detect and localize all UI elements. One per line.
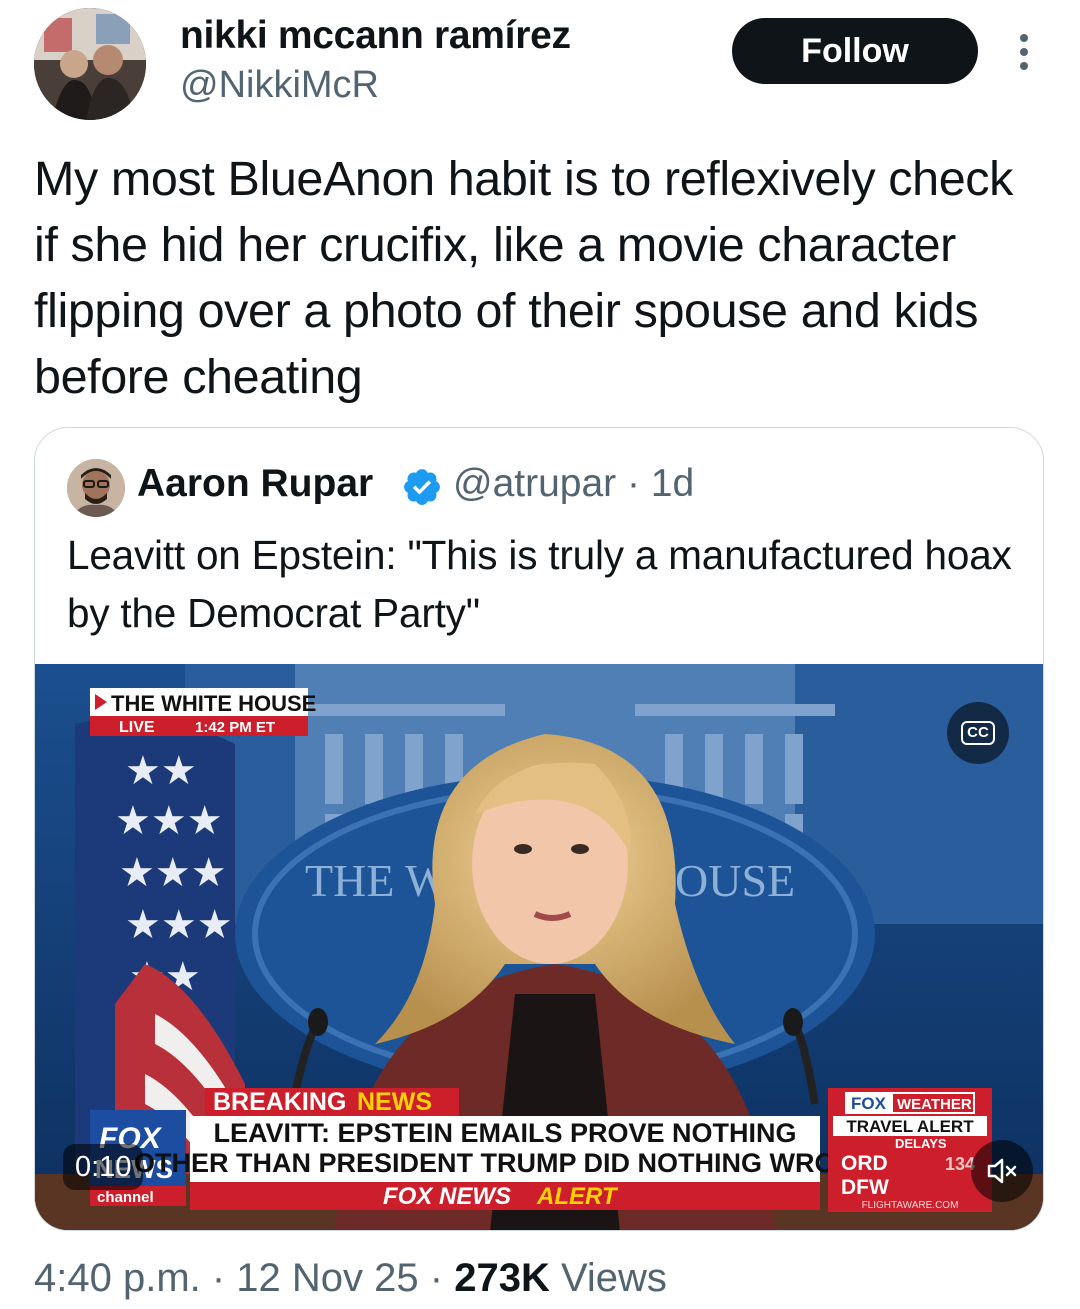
video-frame: THE W OUSE ★★ ★★★ ★★★ ★★★ ★★: [35, 664, 1043, 1230]
video-duration: 0:10: [63, 1144, 144, 1190]
bug-live: LIVE: [119, 719, 155, 736]
weather-source: FLIGHTAWARE.COM: [862, 1200, 959, 1211]
captions-button[interactable]: CC: [947, 702, 1009, 764]
tweet-timestamp[interactable]: 4:40 p.m. · 12 Nov 25 ·: [34, 1256, 454, 1300]
quoted-tweet[interactable]: Aaron Rupar @atrupar · 1d Leavitt on Eps…: [34, 427, 1044, 1231]
weather-city1: ORD: [841, 1152, 888, 1175]
weather-brand2: WEATHER: [897, 1096, 972, 1113]
svg-text:★★★: ★★★: [125, 903, 233, 947]
svg-text:★★★: ★★★: [115, 799, 223, 843]
bug-location: THE WHITE HOUSE: [111, 691, 316, 716]
weather-title: TRAVEL ALERT: [846, 1117, 974, 1136]
breaking-word2: NEWS: [357, 1088, 432, 1116]
weather-brand1: FOX: [851, 1094, 887, 1113]
backdrop-text-left: THE W: [305, 855, 449, 906]
author-avatar[interactable]: [34, 8, 146, 120]
video-player[interactable]: THE W OUSE ★★ ★★★ ★★★ ★★★ ★★: [35, 664, 1043, 1230]
quote-author-avatar[interactable]: [67, 459, 125, 517]
backdrop-text-right: OUSE: [675, 855, 795, 906]
alert-word2: ALERT: [536, 1183, 619, 1210]
more-options-icon[interactable]: [1006, 30, 1042, 74]
captions-label: CC: [961, 721, 995, 745]
quote-text: Leavitt on Epstein: "This is truly a man…: [67, 532, 1012, 636]
follow-button[interactable]: Follow: [732, 18, 978, 84]
headline-line1: LEAVITT: EPSTEIN EMAILS PROVE NOTHING: [213, 1118, 796, 1148]
verified-badge-icon: [401, 466, 443, 508]
headline-line2: OTHER THAN PRESIDENT TRUMP DID NOTHING W…: [134, 1148, 876, 1178]
quote-author-handle[interactable]: @atrupar · 1d: [453, 462, 694, 506]
author-name[interactable]: nikki mccann ramírez: [180, 14, 571, 58]
speaker-muted-icon: [987, 1158, 1017, 1184]
svg-text:★★★: ★★★: [119, 851, 227, 895]
views-label: Views: [549, 1256, 667, 1300]
tweet-text: My most BlueAnon habit is to reflexively…: [34, 152, 1013, 404]
svg-text:★★: ★★: [125, 749, 197, 793]
author-handle[interactable]: @NikkiMcR: [180, 64, 379, 107]
quote-author-name[interactable]: Aaron Rupar: [137, 462, 373, 506]
alert-word1: FOX NEWS: [383, 1183, 511, 1210]
breaking-word1: BREAKING: [213, 1088, 346, 1116]
weather-sub: DELAYS: [895, 1136, 947, 1151]
weather-city2: DFW: [841, 1176, 889, 1199]
tweet-meta: 4:40 p.m. · 12 Nov 25 · 273K Views: [34, 1256, 667, 1301]
mute-button[interactable]: [971, 1140, 1033, 1202]
logo-channel: channel: [97, 1189, 154, 1206]
views-count: 273K: [454, 1256, 550, 1300]
bug-time: 1:42 PM ET: [195, 719, 275, 736]
